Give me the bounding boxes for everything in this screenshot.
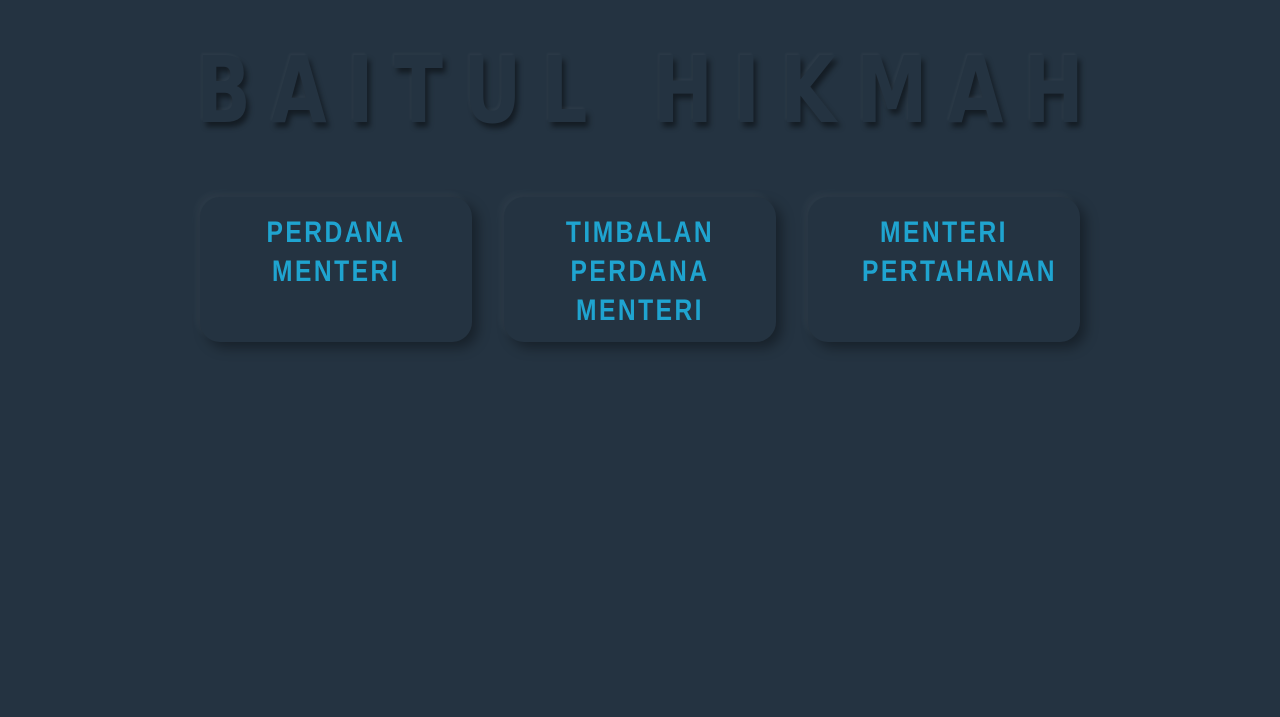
card-menteri-pertahanan[interactable]: MENTERI PERTAHANAN [808,197,1080,342]
card-timbalan-perdana-menteri[interactable]: TIMBALAN PERDANA MENTERI [504,197,776,342]
minister-card-grid: PERDANA MENTERI TIMBALAN PERDANA MENTERI… [200,197,1080,342]
card-label: TIMBALAN PERDANA MENTERI [565,216,715,327]
card-label: MENTERI PERTAHANAN [862,216,1057,288]
card-perdana-menteri[interactable]: PERDANA MENTERI [200,197,472,342]
page-title: BAITUL HIKMAH [196,37,1105,144]
card-label: PERDANA MENTERI [266,216,406,288]
